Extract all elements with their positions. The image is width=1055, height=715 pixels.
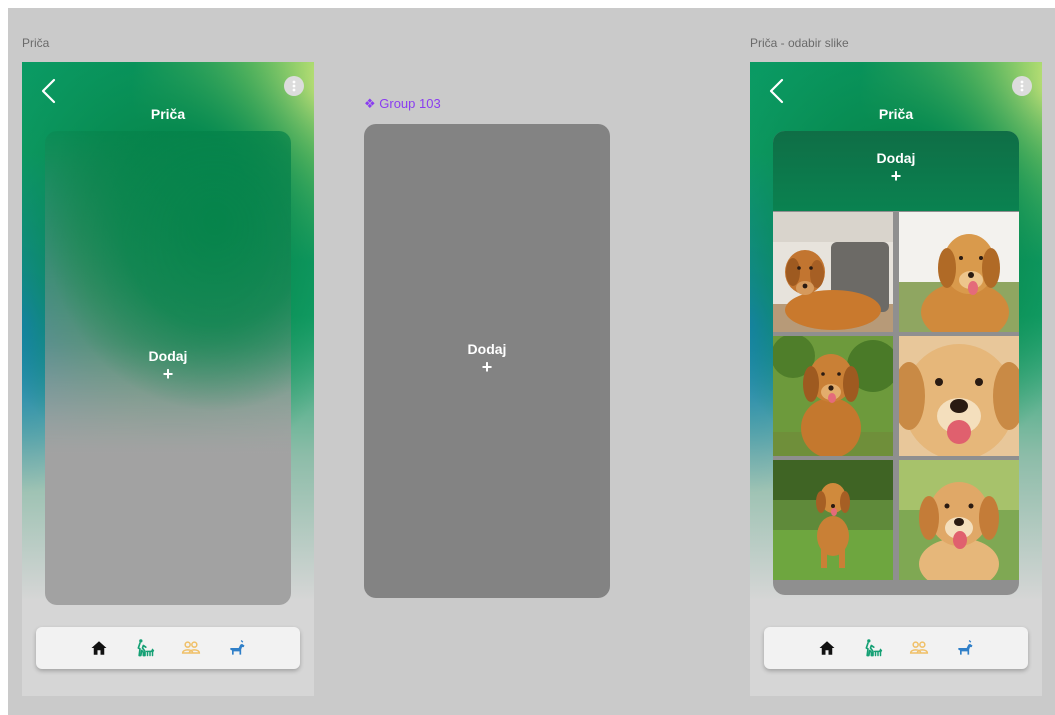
dog-photo-image [773, 212, 893, 332]
more-options-button[interactable] [284, 76, 304, 96]
dog-icon [958, 640, 973, 655]
nav-walk[interactable] [134, 637, 156, 659]
friends-icon [181, 641, 201, 654]
group-103-card[interactable]: Dodaj + [364, 124, 610, 598]
friends-icon [909, 641, 929, 654]
plus-icon: + [162, 364, 174, 384]
home-icon [91, 641, 107, 655]
add-image-button[interactable]: Dodaj + [773, 131, 1019, 211]
dog-icon [230, 640, 245, 655]
dog-photo-image [899, 460, 1019, 580]
home-icon [819, 641, 835, 655]
image-picker-card: Dodaj + [773, 131, 1019, 595]
nav-friends[interactable] [180, 637, 202, 659]
bottom-nav [764, 627, 1028, 669]
more-vertical-icon [292, 80, 296, 92]
chevron-left-icon [41, 78, 56, 104]
photo-golden-retriever-lawn[interactable] [773, 460, 893, 580]
nav-home[interactable] [88, 637, 110, 659]
plus-icon: + [481, 357, 493, 377]
dog-photo-image [899, 212, 1019, 332]
plus-icon: + [890, 166, 902, 186]
nav-dog[interactable] [226, 637, 248, 659]
more-vertical-icon [1020, 80, 1024, 92]
bottom-nav [36, 627, 300, 669]
page-title: Priča [150, 106, 186, 122]
dog-photo-image [899, 336, 1019, 456]
add-story-card[interactable]: Dodaj + [45, 131, 291, 605]
group-label: ❖ Group 103 [364, 96, 441, 111]
more-options-button[interactable] [1012, 76, 1032, 96]
nav-friends[interactable] [908, 637, 930, 659]
photo-golden-retriever-closeup[interactable] [899, 336, 1019, 456]
photo-golden-retriever-field[interactable] [899, 212, 1019, 332]
dog-photo-image [773, 460, 893, 580]
nav-home[interactable] [816, 637, 838, 659]
nav-walk[interactable] [862, 637, 884, 659]
photo-golden-retriever-garden[interactable] [773, 336, 893, 456]
frame-label-odabir-slike: Priča - odabir slike [750, 36, 849, 50]
page-title: Priča [878, 106, 914, 122]
dog-walk-icon [137, 639, 155, 657]
photo-golden-retriever-puppy[interactable] [899, 460, 1019, 580]
phone-frame-odabir-slike: Priča Dodaj + [750, 62, 1042, 696]
add-label: Dodaj [148, 348, 188, 364]
frame-label-prica: Priča [22, 36, 50, 50]
photo-grid [773, 212, 1019, 580]
nav-dog[interactable] [954, 637, 976, 659]
dog-photo-image [773, 336, 893, 456]
chevron-left-icon [769, 78, 784, 104]
add-label: Dodaj [467, 341, 507, 357]
add-label: Dodaj [876, 150, 916, 166]
back-button[interactable] [38, 76, 64, 106]
back-button[interactable] [766, 76, 792, 106]
phone-frame-prica: Priča Dodaj + [22, 62, 314, 696]
dog-walk-icon [865, 639, 883, 657]
photo-golden-retriever-sofa[interactable] [773, 212, 893, 332]
